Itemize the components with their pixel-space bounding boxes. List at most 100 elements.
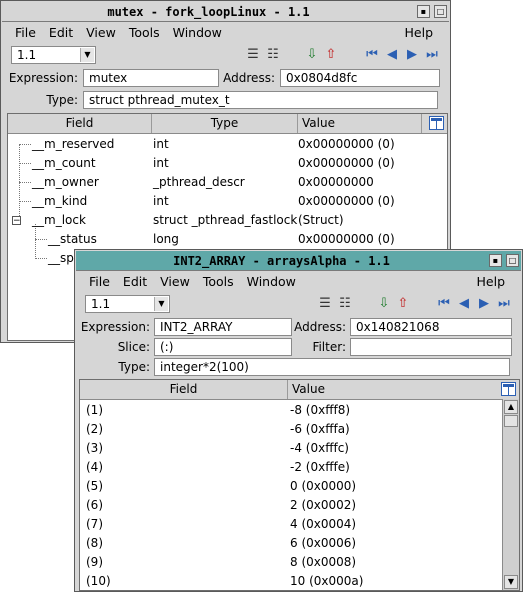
column-header-type[interactable]: Type <box>152 114 298 133</box>
menu-tools[interactable]: Tools <box>129 25 160 40</box>
window-int2-array: INT2_ARRAY - arraysAlpha - 1.1 ▪ □ File … <box>74 249 523 592</box>
thread-selector[interactable]: 1.1 ▼ <box>85 295 170 313</box>
expression-field[interactable]: INT2_ARRAY <box>154 318 292 336</box>
collapse-icon[interactable]: − <box>12 216 21 226</box>
filter-label: Filter: <box>312 340 346 354</box>
minimize-button[interactable]: ▪ <box>417 5 430 18</box>
filter-field[interactable] <box>350 338 512 356</box>
table-row[interactable]: (7) 4 (0x0004) <box>80 515 519 534</box>
value-cell: 10 (0x000a) <box>290 574 364 588</box>
value-cell: 0x00000000 (0) <box>298 194 395 208</box>
last-icon[interactable]: ⏭ <box>496 295 512 312</box>
first-icon[interactable]: ⏮ <box>364 46 380 63</box>
dive-down-icon[interactable]: ⇩ <box>304 46 320 63</box>
prev-icon[interactable]: ◀ <box>456 295 472 312</box>
first-icon[interactable]: ⏮ <box>436 295 452 312</box>
table-row[interactable]: (3) -4 (0xfffc) <box>80 439 519 458</box>
type-cell: int <box>153 156 169 170</box>
menu-view[interactable]: View <box>160 274 190 289</box>
list-icon[interactable]: ☰ <box>317 295 333 312</box>
menu-tools[interactable]: Tools <box>203 274 234 289</box>
field-cell: __m_lock <box>32 213 86 227</box>
list-alt-icon[interactable]: ☷ <box>265 46 281 63</box>
field-cell: (4) <box>86 460 103 474</box>
prev-icon[interactable]: ◀ <box>384 46 400 63</box>
column-config-icon[interactable] <box>501 382 516 396</box>
table-row[interactable]: − __m_lock struct _pthread_fastlock (Str… <box>8 211 447 230</box>
menu-edit[interactable]: Edit <box>123 274 147 289</box>
column-header-field[interactable]: Field <box>80 380 288 399</box>
expression-label: Expression: <box>8 71 78 85</box>
column-config-icon[interactable] <box>429 116 444 130</box>
list-alt-icon[interactable]: ☷ <box>337 295 353 312</box>
type-cell: long <box>153 232 179 246</box>
expression-field[interactable]: mutex <box>83 69 219 87</box>
expression-label: Expression: <box>80 320 150 334</box>
menu-window[interactable]: Window <box>173 25 222 40</box>
menu-view[interactable]: View <box>86 25 116 40</box>
menu-file[interactable]: File <box>89 274 110 289</box>
chevron-down-icon[interactable]: ▼ <box>80 48 94 62</box>
slice-field[interactable]: (:) <box>154 338 292 356</box>
next-icon[interactable]: ▶ <box>476 295 492 312</box>
title-bar[interactable]: mutex - fork_loopLinux - 1.1 ▪ □ <box>2 2 449 22</box>
dive-up-icon[interactable]: ⇧ <box>323 46 339 63</box>
column-header-field[interactable]: Field <box>8 114 152 133</box>
thread-selector[interactable]: 1.1 ▼ <box>11 46 96 64</box>
table-row[interactable]: (5) 0 (0x0000) <box>80 477 519 496</box>
field-cell: (10) <box>86 574 111 588</box>
field-cell: (3) <box>86 441 103 455</box>
value-cell: -4 (0xfffc) <box>290 441 349 455</box>
menu-help[interactable]: Help <box>477 274 506 289</box>
table-row[interactable]: __m_kind int 0x00000000 (0) <box>8 192 447 211</box>
table-row[interactable]: (1) -8 (0xfff8) <box>80 401 519 420</box>
maximize-button[interactable]: □ <box>506 254 519 267</box>
table-row[interactable]: (10) 10 (0x000a) <box>80 572 519 590</box>
address-field[interactable]: 0x0804d8fc <box>280 69 440 87</box>
list-icon[interactable]: ☰ <box>245 46 261 63</box>
thread-value: 1.1 <box>91 297 111 311</box>
table-row[interactable]: __m_reserved int 0x00000000 (0) <box>8 135 447 154</box>
menu-file[interactable]: File <box>15 25 36 40</box>
chevron-down-icon[interactable]: ▼ <box>154 297 168 311</box>
field-cell: (5) <box>86 479 103 493</box>
column-header-value[interactable]: Value <box>298 114 422 133</box>
type-field[interactable]: integer*2(100) <box>154 358 510 376</box>
value-cell: 2 (0x0002) <box>290 498 357 512</box>
value-cell: 8 (0x0008) <box>290 555 357 569</box>
next-icon[interactable]: ▶ <box>404 46 420 63</box>
dive-down-icon[interactable]: ⇩ <box>376 295 392 312</box>
table-row[interactable]: (9) 8 (0x0008) <box>80 553 519 572</box>
table-row[interactable]: __m_count int 0x00000000 (0) <box>8 154 447 173</box>
value-cell: 0x00000000 (0) <box>298 232 395 246</box>
menu-help[interactable]: Help <box>405 25 434 40</box>
column-header-value[interactable]: Value <box>288 380 499 399</box>
table-row[interactable]: (4) -2 (0xfffe) <box>80 458 519 477</box>
menu-edit[interactable]: Edit <box>49 25 73 40</box>
address-field[interactable]: 0x140821068 <box>350 318 512 336</box>
type-label: Type: <box>118 360 150 374</box>
menu-bar: File Edit View Tools Window Help <box>2 22 449 43</box>
address-label: Address: <box>294 320 346 334</box>
field-cell: __m_kind <box>32 194 88 208</box>
last-icon[interactable]: ⏭ <box>424 46 440 63</box>
maximize-button[interactable]: □ <box>434 5 447 18</box>
value-cell: -8 (0xfff8) <box>290 403 351 417</box>
title-bar[interactable]: INT2_ARRAY - arraysAlpha - 1.1 ▪ □ <box>76 251 521 271</box>
type-cell: struct _pthread_fastlock <box>153 213 298 227</box>
type-cell: _pthread_descr <box>153 175 245 189</box>
type-cell: int <box>153 137 169 151</box>
table-row[interactable]: (6) 2 (0x0002) <box>80 496 519 515</box>
menu-window[interactable]: Window <box>247 274 296 289</box>
minimize-button[interactable]: ▪ <box>489 254 502 267</box>
table-row[interactable]: (8) 6 (0x0006) <box>80 534 519 553</box>
grid-header: Field Type Value <box>8 114 447 134</box>
table-row[interactable]: __m_owner _pthread_descr 0x00000000 <box>8 173 447 192</box>
table-row[interactable]: (2) -6 (0xfffa) <box>80 420 519 439</box>
value-cell: (Struct) <box>298 213 344 227</box>
table-row[interactable]: __status long 0x00000000 (0) <box>8 230 447 249</box>
dive-up-icon[interactable]: ⇧ <box>395 295 411 312</box>
type-field[interactable]: struct pthread_mutex_t <box>83 91 438 109</box>
toolbar: 1.1 ▼ ☰ ☷ ⇩ ⇧ ⏮ ◀ ▶ ⏭ <box>2 43 449 67</box>
value-cell: 0x00000000 (0) <box>298 137 395 151</box>
